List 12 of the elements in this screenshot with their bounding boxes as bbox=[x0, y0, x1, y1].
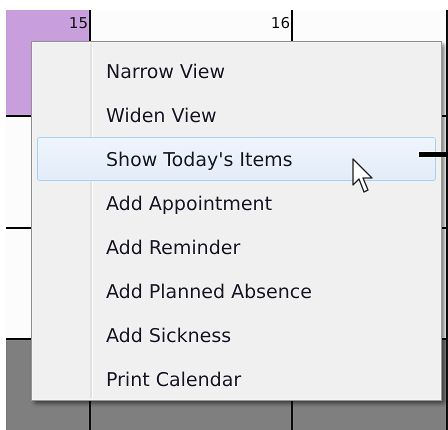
day-number: 16 bbox=[270, 13, 291, 32]
cursor-icon bbox=[352, 158, 374, 194]
dash-mark bbox=[419, 152, 448, 157]
menu-item[interactable]: Add Appointment bbox=[37, 181, 436, 225]
menu-item[interactable]: Widen View bbox=[37, 93, 436, 137]
menu-item[interactable]: Show Today's Items bbox=[37, 137, 436, 181]
menu-item[interactable]: Narrow View bbox=[37, 49, 436, 93]
day-number: 15 bbox=[68, 13, 89, 32]
menu-item[interactable]: Add Reminder bbox=[37, 225, 436, 269]
menu-item[interactable]: Add Planned Absence bbox=[37, 269, 436, 313]
menu-item[interactable]: Add Sickness bbox=[37, 313, 436, 357]
menu-item[interactable]: Print Calendar bbox=[37, 357, 436, 401]
